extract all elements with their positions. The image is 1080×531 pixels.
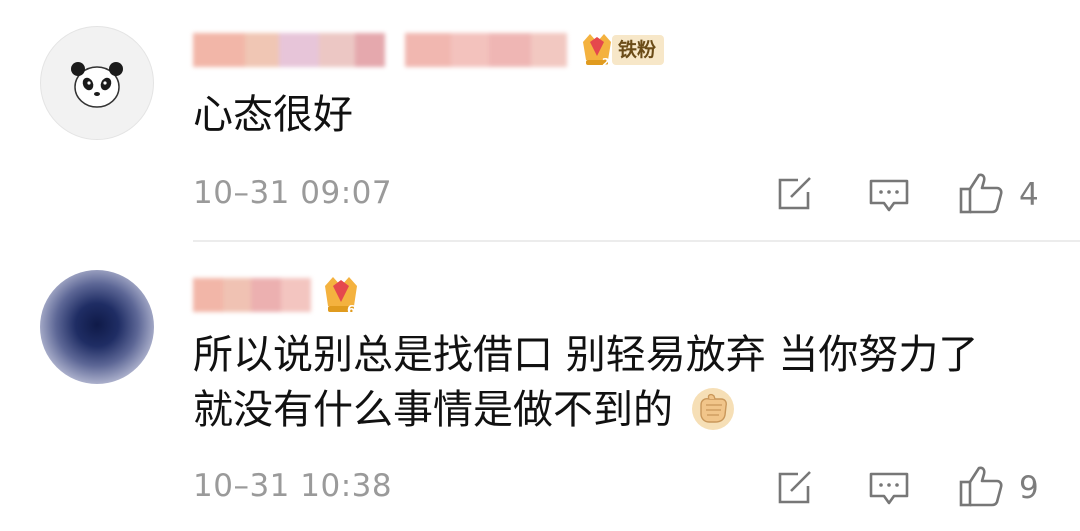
avatar[interactable] xyxy=(40,270,154,384)
fan-crown-icon: 6 xyxy=(325,277,357,316)
like-icon xyxy=(959,466,1003,507)
fan-crown-icon: 2 xyxy=(583,34,611,68)
avatar[interactable] xyxy=(40,26,154,140)
share-icon xyxy=(778,177,811,210)
reply-button[interactable] xyxy=(868,471,910,507)
reply-icon xyxy=(869,179,909,212)
share-button[interactable] xyxy=(776,470,814,506)
reply-icon xyxy=(869,472,909,505)
fist-emoji-icon xyxy=(692,388,734,430)
comment-text-line: 所以说别总是找借口 别轻易放弃 当你努力了 xyxy=(193,332,979,378)
comment-text-line: 就没有什么事情是做不到的 xyxy=(193,383,978,438)
reply-button[interactable] xyxy=(868,178,910,214)
comment-time: 10–31 09:07 xyxy=(193,175,393,211)
comment-item: 2 铁粉 心态很好 10–31 09:07 4 xyxy=(0,0,1080,242)
like-icon xyxy=(959,173,1003,214)
panda-icon xyxy=(71,62,123,108)
share-icon xyxy=(778,471,811,504)
comment-item: 6 所以说别总是找借口 别轻易放弃 当你努力了 就没有什么事情是做不到的 10–… xyxy=(0,242,1080,531)
like-button[interactable] xyxy=(958,171,1004,215)
like-count: 9 xyxy=(1019,470,1039,506)
username-blurred[interactable] xyxy=(193,33,567,67)
comment-time: 10–31 10:38 xyxy=(193,468,393,504)
fan-level-label: 铁粉 xyxy=(612,35,665,65)
like-button[interactable] xyxy=(958,464,1004,508)
share-button[interactable] xyxy=(776,176,814,212)
svg-text:2: 2 xyxy=(602,56,610,68)
svg-text:6: 6 xyxy=(347,303,355,316)
comment-text: 心态很好 xyxy=(193,92,353,138)
username-blurred[interactable] xyxy=(193,278,311,312)
comment-text-line-2: 就没有什么事情是做不到的 xyxy=(193,387,673,433)
comment-text: 所以说别总是找借口 别轻易放弃 当你努力了 就没有什么事情是做不到的 xyxy=(193,328,978,438)
like-count: 4 xyxy=(1019,177,1039,213)
